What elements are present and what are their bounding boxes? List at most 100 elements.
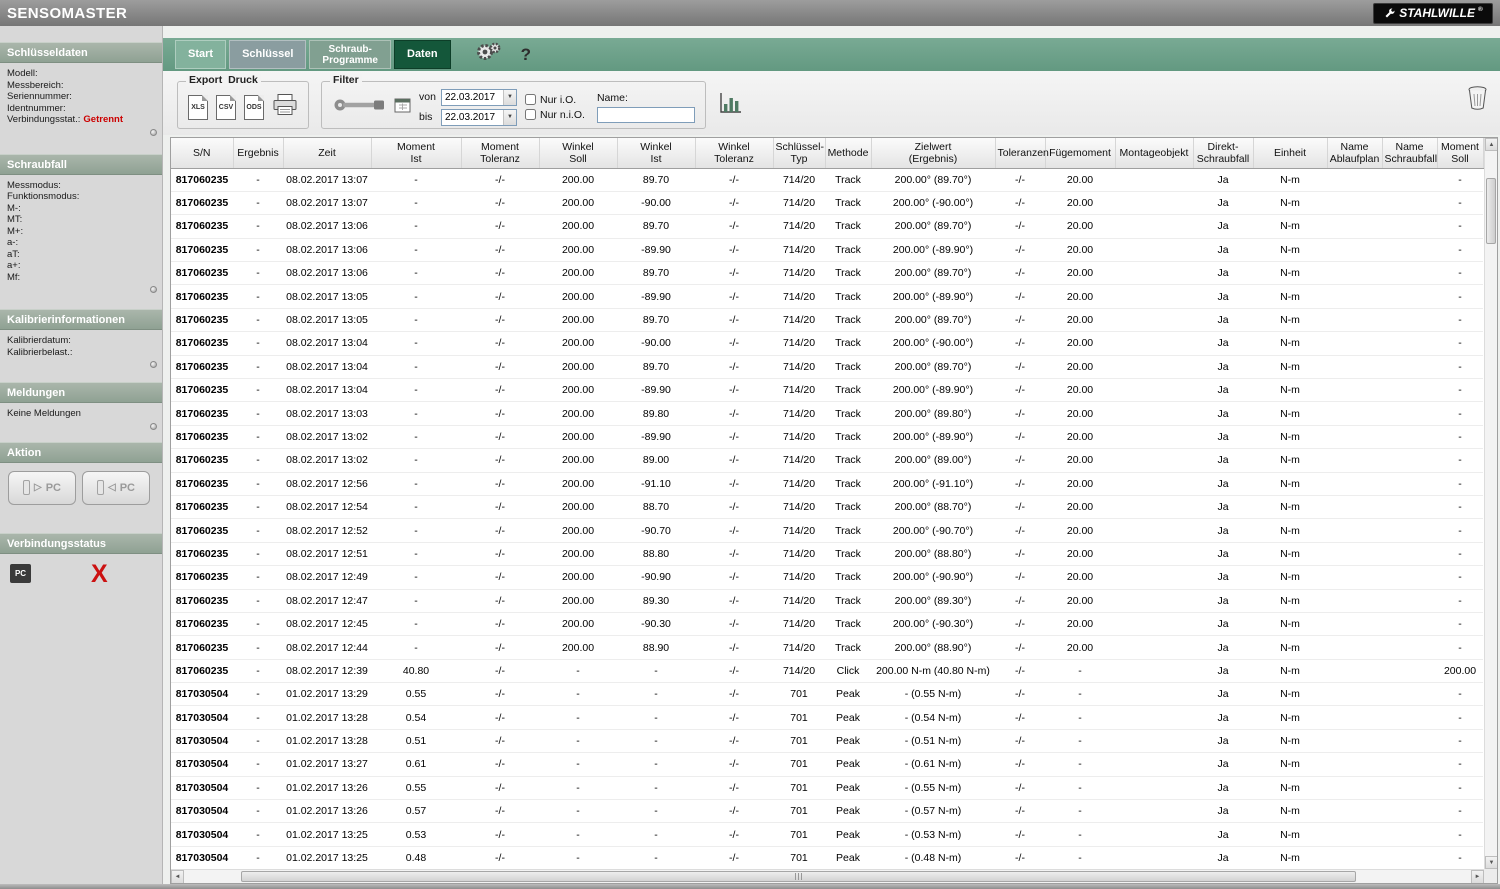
section-collapse-toggle[interactable] (150, 286, 157, 293)
export-csv-button[interactable]: CSV (216, 95, 236, 120)
section-collapse-toggle[interactable] (150, 129, 157, 136)
table-row[interactable]: 817060235-08.02.2017 12:56--/-200.00-91.… (171, 472, 1483, 495)
column-header[interactable]: Fügemoment (1045, 138, 1115, 168)
scroll-down-button[interactable]: ▼ (1485, 856, 1498, 869)
table-cell: 701 (773, 729, 825, 752)
table-row[interactable]: 817060235-08.02.2017 13:04--/-200.00-89.… (171, 379, 1483, 402)
column-header[interactable]: Name Ablaufplan (1327, 138, 1382, 168)
column-header[interactable]: Moment Soll (1437, 138, 1483, 168)
filter-bis-date-select[interactable]: 22.03.2017 ▼ (441, 109, 517, 126)
column-header[interactable]: Winkel Toleranz (695, 138, 773, 168)
scroll-right-button[interactable]: ► (1471, 870, 1484, 884)
table-row[interactable]: 817030504-01.02.2017 13:260.55-/----/-70… (171, 776, 1483, 799)
calendar-icon[interactable] (394, 97, 411, 118)
column-header[interactable]: Winkel Ist (617, 138, 695, 168)
table-cell: -/- (695, 776, 773, 799)
section-collapse-toggle[interactable] (150, 423, 157, 430)
table-cell: 200.00 (539, 215, 617, 238)
table-cell: 714/20 (773, 495, 825, 518)
scroll-left-button[interactable]: ◄ (171, 870, 184, 884)
table-cell: Ja (1193, 215, 1253, 238)
export-xls-button[interactable]: XLS (188, 95, 208, 120)
table-row[interactable]: 817030504-01.02.2017 13:280.51-/----/-70… (171, 729, 1483, 752)
tab-schraub-programme[interactable]: Schraub- Programme (309, 40, 391, 69)
table-row[interactable]: 817060235-08.02.2017 12:47--/-200.0089.3… (171, 589, 1483, 612)
table-row[interactable]: 817060235-08.02.2017 12:51--/-200.0088.8… (171, 542, 1483, 565)
table-row[interactable]: 817060235-08.02.2017 13:06--/-200.00-89.… (171, 238, 1483, 261)
column-header[interactable]: Zielwert (Ergebnis) (871, 138, 995, 168)
column-header[interactable]: Moment Ist (371, 138, 461, 168)
column-header[interactable]: S/N (171, 138, 233, 168)
transfer-to-pc-button[interactable]: ▷ PC (8, 471, 76, 505)
print-button[interactable] (272, 93, 298, 122)
table-row[interactable]: 817060235-08.02.2017 13:05--/-200.00-89.… (171, 285, 1483, 308)
column-header[interactable]: Zeit (283, 138, 371, 168)
filter-name-input[interactable] (597, 107, 695, 123)
column-header[interactable]: Name Schraubfall (1382, 138, 1437, 168)
table-cell: 200.00 (539, 308, 617, 331)
column-header[interactable]: Toleranzen (995, 138, 1045, 168)
horizontal-scrollbar[interactable]: ◄ ► (171, 869, 1484, 883)
table-cell: -/- (995, 566, 1045, 589)
table-row[interactable]: 817060235-08.02.2017 13:07--/-200.00-90.… (171, 191, 1483, 214)
column-header[interactable]: Direkt- Schraubfall (1193, 138, 1253, 168)
table-row[interactable]: 817060235-08.02.2017 12:44--/-200.0088.9… (171, 636, 1483, 659)
section-collapse-toggle[interactable] (150, 361, 157, 368)
settings-gear-icon[interactable] (474, 40, 502, 69)
tab-daten[interactable]: Daten (394, 40, 451, 69)
table-cell: -89.90 (617, 238, 695, 261)
horizontal-scrollbar-thumb[interactable] (241, 871, 1356, 882)
tab-schluessel[interactable]: Schlüssel (229, 40, 306, 69)
statistics-chart-button[interactable] (718, 91, 743, 120)
table-cell: - (371, 355, 461, 378)
export-ods-button[interactable]: ODS (244, 95, 264, 120)
table-cell: 714/20 (773, 262, 825, 285)
table-row[interactable]: 817060235-08.02.2017 13:03--/-200.0089.8… (171, 402, 1483, 425)
table-cell: 08.02.2017 13:05 (283, 308, 371, 331)
table-row[interactable]: 817060235-08.02.2017 13:04--/-200.00-90.… (171, 332, 1483, 355)
column-header[interactable]: Ergebnis (233, 138, 283, 168)
scroll-up-button[interactable]: ▲ (1485, 138, 1498, 151)
column-header[interactable]: Methode (825, 138, 871, 168)
table-row[interactable]: 817060235-08.02.2017 12:49--/-200.00-90.… (171, 566, 1483, 589)
table-row[interactable]: 817060235-08.02.2017 12:45--/-200.00-90.… (171, 612, 1483, 635)
field-label: Identnummer: (7, 103, 154, 115)
table-row[interactable]: 817030504-01.02.2017 13:290.55-/----/-70… (171, 683, 1483, 706)
table-row[interactable]: 817060235-08.02.2017 13:06--/-200.0089.7… (171, 262, 1483, 285)
table-row[interactable]: 817060235-08.02.2017 13:07--/-200.0089.7… (171, 168, 1483, 191)
filter-von-date-select[interactable]: 22.03.2017 ▼ (441, 89, 517, 106)
table-row[interactable]: 817060235-08.02.2017 12:52--/-200.00-90.… (171, 519, 1483, 542)
table-cell: -/- (995, 495, 1045, 518)
table-row[interactable]: 817030504-01.02.2017 13:280.54-/----/-70… (171, 706, 1483, 729)
delete-trash-button[interactable] (1467, 85, 1488, 116)
table-cell: 89.70 (617, 355, 695, 378)
table-row[interactable]: 817060235-08.02.2017 13:02--/-200.0089.0… (171, 449, 1483, 472)
filter-nur-io-checkbox[interactable] (525, 94, 536, 105)
table-row[interactable]: 817030504-01.02.2017 13:260.57-/----/-70… (171, 800, 1483, 823)
vertical-scrollbar-thumb[interactable] (1486, 178, 1496, 244)
help-icon[interactable]: ? (521, 45, 531, 65)
filter-nur-nio-checkbox[interactable] (525, 109, 536, 120)
table-cell: 08.02.2017 12:49 (283, 566, 371, 589)
table-row[interactable]: 817030504-01.02.2017 13:250.48-/----/-70… (171, 846, 1483, 869)
table-cell: 817030504 (171, 729, 233, 752)
table-row[interactable]: 817060235-08.02.2017 13:04--/-200.0089.7… (171, 355, 1483, 378)
column-header[interactable]: Winkel Soll (539, 138, 617, 168)
table-row[interactable]: 817060235-08.02.2017 13:06--/-200.0089.7… (171, 215, 1483, 238)
column-header[interactable]: Montageobjekt (1115, 138, 1193, 168)
transfer-from-pc-button[interactable]: ◁ PC (82, 471, 150, 505)
table-row[interactable]: 817060235-08.02.2017 12:3940.80-/----/-7… (171, 659, 1483, 682)
table-row[interactable]: 817060235-08.02.2017 13:05--/-200.0089.7… (171, 308, 1483, 331)
table-cell: -/- (461, 332, 539, 355)
table-row[interactable]: 817060235-08.02.2017 12:54--/-200.0088.7… (171, 495, 1483, 518)
table-row[interactable]: 817060235-08.02.2017 13:02--/-200.00-89.… (171, 425, 1483, 448)
vertical-scrollbar[interactable]: ▲ ▼ (1484, 138, 1497, 869)
table-cell: Ja (1193, 379, 1253, 402)
table-row[interactable]: 817030504-01.02.2017 13:270.61-/----/-70… (171, 753, 1483, 776)
column-header[interactable]: Moment Toleranz (461, 138, 539, 168)
column-header[interactable]: Schlüssel- Typ (773, 138, 825, 168)
column-header[interactable]: Einheit (1253, 138, 1327, 168)
tab-start[interactable]: Start (175, 40, 226, 69)
table-cell: 89.00 (617, 449, 695, 472)
table-row[interactable]: 817030504-01.02.2017 13:250.53-/----/-70… (171, 823, 1483, 846)
